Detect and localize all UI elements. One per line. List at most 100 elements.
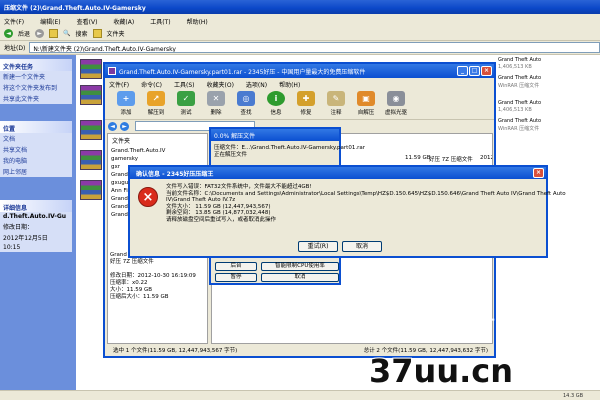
brand-watermark: 丁巴兔 [478,317,535,337]
error-line: 剩余空间： 13.85 GB (14,877,032,448) [166,210,271,217]
add-button[interactable]: + 添加 [111,91,141,116]
rar-archive-icon[interactable] [80,59,102,79]
file-name[interactable]: Grand Theft Auto [498,100,541,106]
nav-back-icon[interactable]: ◄ [108,121,117,131]
address-input[interactable]: N:\新建文件夹 (2)\Grand.Theft.Auto.IV-Gamersk… [29,42,600,53]
test-check-icon: ✓ [177,91,195,106]
file-name[interactable]: Grand Theft Auto [498,75,541,81]
place-my-computer[interactable]: 我的电脑 [0,155,72,166]
row-date: 2012 [480,155,493,161]
archiver-title-bar: Grand.Theft.Auto.IV-Gamersky.part01.rar … [105,64,494,78]
virtual-drive-button[interactable]: ◉ 虚拟光驱 [381,91,411,116]
place-network[interactable]: 网上邻居 [0,166,72,177]
repair-button[interactable]: ✚ 修复 [291,91,321,116]
close-icon[interactable]: × [481,66,492,76]
minimize-icon[interactable]: _ [457,66,468,76]
task-publish-folder[interactable]: 将这个文件夹发布到 [0,82,72,93]
add-icon: + [117,91,135,106]
info-button[interactable]: i 信息 [261,91,291,116]
error-message: 文件写入错误：FAT32文件系统中，文件最大不能超过4GB! 当前文件名称：C:… [166,184,566,224]
archiver-menu-commands[interactable]: 命令(C) [141,80,162,89]
find-magnifier-icon: ◎ [237,91,255,106]
info-size: 大小：11.59 GB [110,287,153,293]
details-modified-time: 10:15 [3,244,21,251]
menu-view[interactable]: 查看(V) [77,17,98,26]
places-panel: 位置 文档 共享文档 我的电脑 网上邻居 [0,121,72,177]
menu-file[interactable]: 文件(F) [4,17,24,26]
archiver-menu-favorites[interactable]: 收藏夹(O) [207,80,234,89]
error-cancel-button[interactable]: 取消 [342,241,382,252]
progress-archive-line: 压缩文件：E...\Grand.Theft.Auto.IV-Gamersky.p… [214,145,365,151]
pause-button[interactable]: 暂停 [215,273,257,282]
background-button[interactable]: 后台 [215,262,257,271]
rar-archive-icon[interactable] [80,150,102,170]
archiver-menu-options[interactable]: 选项(N) [246,80,267,89]
places-heading[interactable]: 位置 [0,121,72,133]
info-modified: 修改日期：2012-10-30 16:19:09 [110,273,196,279]
search-button[interactable]: 搜索 [76,29,88,38]
progress-cancel-button[interactable]: 取消 [261,273,339,282]
row-size: 11.59 GB [405,155,431,161]
file-name[interactable]: Grand Theft Auto [498,118,541,124]
error-close-icon[interactable]: × [533,168,544,178]
rar-archive-icon[interactable] [80,180,102,200]
tree-item[interactable]: gamersky [108,155,207,163]
corner-size-text: 14.3 GB [563,393,584,399]
find-button[interactable]: ◎ 查找 [231,91,261,116]
sfx-button[interactable]: ▣ 自解压 [351,91,381,116]
error-line: 当前文件名称：C:\Documents and Settings\Adminis… [166,190,566,197]
comment-button[interactable]: ✎ 注释 [321,91,351,116]
menu-favorites[interactable]: 收藏(A) [113,17,134,26]
place-shared-documents[interactable]: 共享文档 [0,144,72,155]
error-line: 请释放磁盘空间后重试写入，或者取消此操作 [166,216,277,223]
folders-button[interactable]: 文件夹 [107,29,125,38]
tree-item[interactable]: Grand.Theft.Auto.IV [108,147,207,155]
nav-forward-icon[interactable]: ► [120,121,129,131]
details-panel: 详细信息 d.Theft.Auto.IV-Gu 修改日期： 2012年12月5日… [0,200,72,252]
rar-archive-icon[interactable] [80,120,102,140]
explorer-toolbar: ◄ 后退 ► 🔍 搜索 文件夹 [0,26,600,41]
delete-button[interactable]: ✕ 删除 [201,91,231,116]
file-type: WinRAR 压缩文件 [498,83,540,89]
info-icon: i [267,91,285,106]
smart-cpu-limit-button[interactable]: 智能限制CPU使用率 [261,262,339,271]
archiver-toolbar: + 添加 ↗ 解压到 ✓ 测试 ✕ 删除 ◎ 查找 i 信息 ✚ 修复 ✎ 注释 ▣ 自解压 ◉ 虚… [105,89,494,119]
archiver-menu-file[interactable]: 文件(F) [109,80,129,89]
maximize-icon[interactable]: □ [469,66,480,76]
folders-icon[interactable] [92,28,102,38]
retry-button[interactable]: 重试(R) [298,241,338,252]
up-folder-icon[interactable] [49,28,59,38]
extract-to-button[interactable]: ↗ 解压到 [141,91,171,116]
file-name[interactable]: Grand Theft Auto [498,57,541,63]
progress-status-line: 正在解压文件 [214,152,248,158]
virtual-drive-icon: ◉ [387,91,405,106]
forward-arrow-icon[interactable]: ► [35,28,45,38]
details-heading[interactable]: 详细信息 [0,200,72,212]
address-label: 地址(D) [4,45,26,52]
explorer-menu-bar: 文件(F) 编辑(E) 查看(V) 收藏(A) 工具(T) 帮助(H) [0,14,600,26]
explorer-status-bar [0,390,600,400]
search-icon[interactable]: 🔍 [63,30,70,37]
back-arrow-icon[interactable]: ◄ [4,28,13,38]
delete-trash-icon: ✕ [207,91,225,106]
file-tasks-heading[interactable]: 文件夹任务 [0,59,72,71]
progress-text: 压缩文件：E...\Grand.Theft.Auto.IV-Gamersky.p… [214,145,365,159]
archiver-app-icon [108,67,116,75]
details-folder-name: d.Theft.Auto.IV-Gu [3,213,67,220]
menu-tools[interactable]: 工具(T) [150,17,170,26]
test-button[interactable]: ✓ 测试 [171,91,201,116]
details-modified-label: 修改日期： [3,224,34,231]
back-button[interactable]: 后退 [18,29,30,38]
place-documents[interactable]: 文档 [0,133,72,144]
menu-edit[interactable]: 编辑(E) [40,17,60,26]
archiver-menu-help[interactable]: 帮助(H) [279,80,300,89]
error-x-icon: × [138,187,158,207]
task-share-folder[interactable]: 共享此文件夹 [0,93,72,104]
site-watermark: 37uu.cn [369,352,513,390]
comment-note-icon: ✎ [327,91,345,106]
rar-archive-icon[interactable] [80,85,102,105]
task-new-folder[interactable]: 新建一个文件夹 [0,71,72,82]
archiver-menu-tools[interactable]: 工具(S) [174,80,195,89]
repair-wrench-icon: ✚ [297,91,315,106]
menu-help[interactable]: 帮助(H) [187,17,208,26]
